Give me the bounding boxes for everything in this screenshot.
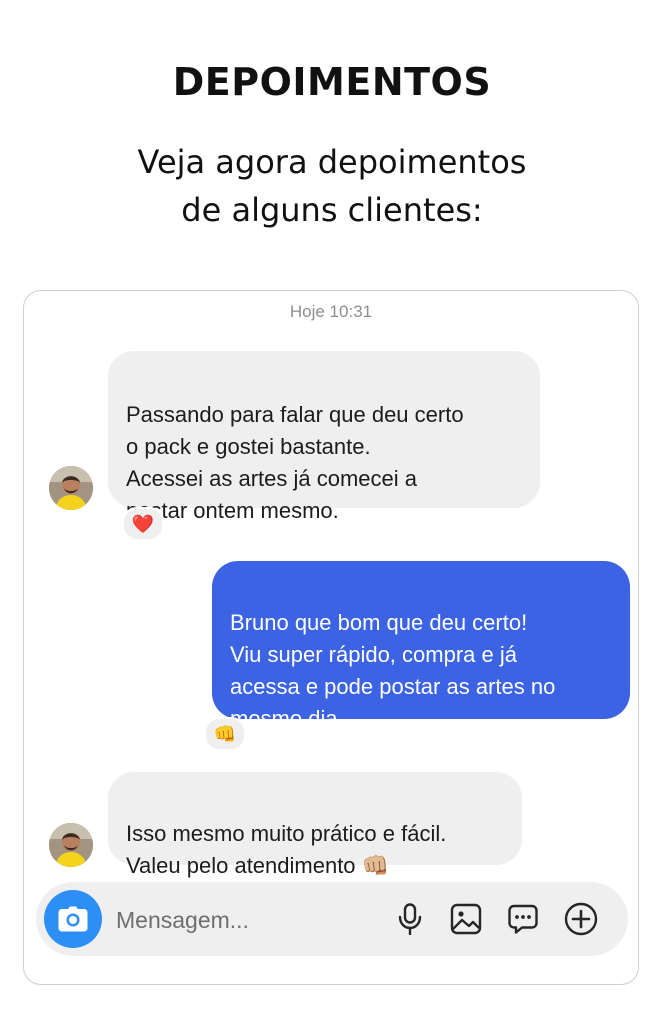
incoming-message[interactable]: Isso mesmo muito prático e fácil. Valeu … <box>108 772 522 878</box>
heart-icon: ❤️ <box>131 513 155 534</box>
message-composer <box>36 882 628 956</box>
add-button[interactable] <box>563 901 599 937</box>
fist-reaction[interactable]: 👊 <box>204 717 246 751</box>
microphone-button[interactable] <box>392 901 428 937</box>
page-title: DEPOIMENTOS <box>172 60 492 104</box>
incoming-message[interactable]: Passando para falar que deu certo o pack… <box>108 351 540 523</box>
sticker-chat-icon <box>508 904 538 934</box>
message-input[interactable] <box>116 904 366 936</box>
message-text: Bruno que bom que deu certo! Viu super r… <box>230 610 556 731</box>
page-subtitle: Veja agora depoimentos de alguns cliente… <box>137 143 527 229</box>
avatar[interactable] <box>49 823 93 867</box>
plus-circle-icon <box>564 902 598 936</box>
camera-button[interactable] <box>44 890 102 948</box>
message-text: Isso mesmo muito prático e fácil. Valeu … <box>126 821 447 878</box>
image-icon <box>450 903 482 935</box>
chat-screenshot: Hoje 10:31 Passando para falar que deu c… <box>23 290 639 985</box>
message-text: Passando para falar que deu certo o pack… <box>126 402 464 523</box>
chat-timestamp: Hoje 10:31 <box>289 302 373 321</box>
heart-reaction[interactable]: ❤️ <box>122 507 164 541</box>
camera-icon <box>58 906 88 932</box>
sticker-button[interactable] <box>505 901 541 937</box>
outgoing-message[interactable]: Bruno que bom que deu certo! Viu super r… <box>212 561 630 731</box>
avatar[interactable] <box>49 466 93 510</box>
fist-icon: 👊 <box>213 723 237 744</box>
microphone-icon <box>398 903 422 935</box>
gallery-button[interactable] <box>448 901 484 937</box>
